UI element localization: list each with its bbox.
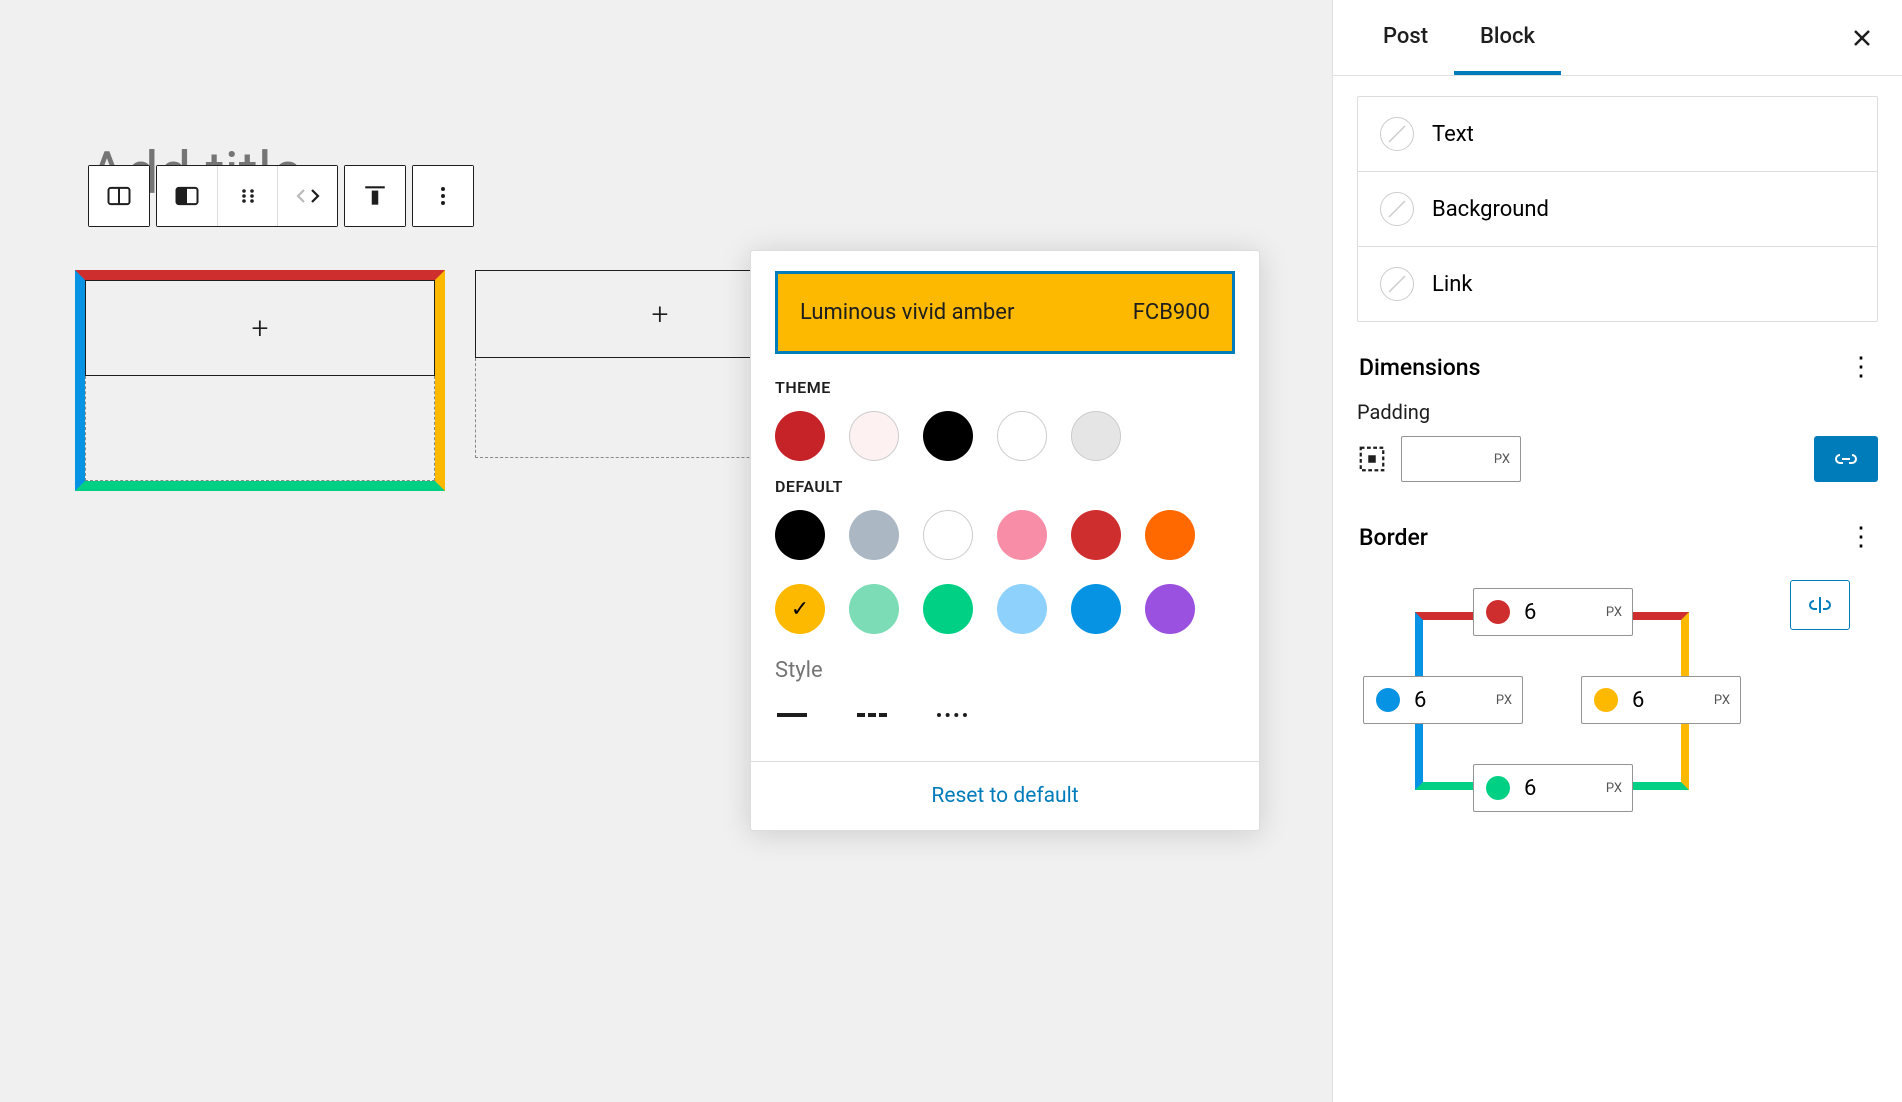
- column-select-button[interactable]: [157, 166, 217, 226]
- settings-sidebar: Post Block Text Background Link: [1332, 0, 1902, 1102]
- tab-post[interactable]: Post: [1357, 0, 1454, 75]
- border-left-input[interactable]: 6 PX: [1363, 676, 1523, 724]
- chevrons-icon: [293, 185, 323, 207]
- color-swatch[interactable]: [923, 510, 973, 560]
- editor-canvas[interactable]: Add title: [0, 0, 1332, 1102]
- border-unit: PX: [1606, 605, 1632, 620]
- plus-icon: +: [252, 311, 269, 346]
- padding-unit: PX: [1494, 452, 1510, 467]
- color-swatch[interactable]: [775, 510, 825, 560]
- selected-color-hex: FCB900: [1133, 300, 1210, 325]
- align-top-icon: [362, 183, 388, 209]
- default-palette-label: DEFAULT: [775, 477, 1235, 496]
- selected-color-preview[interactable]: Luminous vivid amber FCB900: [775, 271, 1235, 354]
- none-icon: [1380, 192, 1414, 226]
- drag-handle-button[interactable]: [217, 166, 277, 226]
- border-top-input[interactable]: 6 PX: [1473, 588, 1633, 636]
- link-color-label: Link: [1432, 272, 1473, 297]
- sidebar-tabs: Post Block: [1333, 0, 1902, 76]
- none-icon: [1380, 267, 1414, 301]
- border-right-input[interactable]: 6 PX: [1581, 676, 1741, 724]
- block-type-columns-button[interactable]: [89, 166, 149, 226]
- color-swatch[interactable]: [1071, 584, 1121, 634]
- border-left-color-dot[interactable]: [1376, 688, 1400, 712]
- color-swatch[interactable]: [923, 411, 973, 461]
- background-color-label: Background: [1432, 197, 1549, 222]
- text-color-row[interactable]: Text: [1358, 97, 1877, 172]
- color-swatch[interactable]: [1145, 584, 1195, 634]
- reset-to-default-button[interactable]: Reset to default: [931, 784, 1078, 808]
- border-right-value: 6: [1630, 688, 1714, 713]
- more-options-button[interactable]: [413, 166, 473, 226]
- style-dashed-button[interactable]: [857, 705, 897, 725]
- border-bottom-value: 6: [1522, 776, 1606, 801]
- color-panel: Text Background Link: [1357, 96, 1878, 322]
- unlink-icon: [1807, 594, 1833, 616]
- link-color-row[interactable]: Link: [1358, 247, 1877, 321]
- column-icon: [173, 182, 201, 210]
- border-diagram: 6 PX 6 PX 6 PX 6: [1363, 580, 1703, 820]
- border-style-label: Style: [775, 658, 1235, 683]
- color-picker-popover: Luminous vivid amber FCB900 THEME DEFAUL…: [750, 250, 1260, 831]
- border-unit: PX: [1714, 693, 1740, 708]
- color-swatch[interactable]: [849, 510, 899, 560]
- color-swatch[interactable]: [997, 411, 1047, 461]
- color-swatch[interactable]: [849, 584, 899, 634]
- none-icon: [1380, 117, 1414, 151]
- style-solid-button[interactable]: [777, 705, 817, 725]
- border-bottom-color-dot[interactable]: [1486, 776, 1510, 800]
- columns-icon: [105, 182, 133, 210]
- border-section-title: Border: [1359, 524, 1428, 551]
- dashed-line-icon: [857, 713, 887, 717]
- plus-icon: +: [652, 297, 669, 332]
- color-swatch[interactable]: [923, 584, 973, 634]
- border-unit: PX: [1606, 781, 1632, 796]
- border-unit: PX: [1496, 693, 1522, 708]
- unlink-sides-button[interactable]: [1790, 580, 1850, 630]
- selected-color-name: Luminous vivid amber: [800, 300, 1014, 325]
- solid-line-icon: [777, 713, 807, 717]
- drag-icon: [238, 186, 258, 206]
- dimensions-section-title: Dimensions: [1359, 354, 1480, 381]
- default-swatches: [775, 510, 1235, 634]
- border-bottom-input[interactable]: 6 PX: [1473, 764, 1633, 812]
- border-more-button[interactable]: ⋮: [1848, 522, 1876, 552]
- column-appender[interactable]: +: [85, 280, 435, 376]
- dotted-line-icon: [937, 713, 967, 717]
- color-swatch[interactable]: [997, 584, 1047, 634]
- link-sides-button[interactable]: [1814, 436, 1878, 482]
- color-swatch[interactable]: [849, 411, 899, 461]
- style-dotted-button[interactable]: [937, 705, 977, 725]
- padding-icon: [1357, 444, 1387, 474]
- move-buttons[interactable]: [277, 166, 337, 226]
- block-toolbar: [88, 165, 474, 227]
- theme-palette-label: THEME: [775, 378, 1235, 397]
- dimensions-more-button[interactable]: ⋮: [1848, 352, 1876, 382]
- color-swatch[interactable]: [997, 510, 1047, 560]
- dots-vertical-icon: [432, 185, 454, 207]
- columns-block: + +: [75, 270, 845, 491]
- column-block-selected[interactable]: +: [75, 270, 445, 491]
- link-icon: [1833, 449, 1859, 469]
- color-swatch[interactable]: [1145, 510, 1195, 560]
- padding-input[interactable]: PX: [1401, 436, 1521, 482]
- text-color-label: Text: [1432, 122, 1474, 147]
- close-icon: [1850, 26, 1874, 50]
- color-swatch[interactable]: [775, 411, 825, 461]
- align-button[interactable]: [345, 166, 405, 226]
- close-sidebar-button[interactable]: [1850, 24, 1874, 57]
- color-swatch[interactable]: [1071, 411, 1121, 461]
- padding-label: Padding: [1357, 400, 1878, 424]
- tab-block[interactable]: Block: [1454, 0, 1561, 75]
- color-swatch[interactable]: [1071, 510, 1121, 560]
- border-right-color-dot[interactable]: [1594, 688, 1618, 712]
- column-placeholder-extension: [85, 376, 435, 481]
- theme-swatches: [775, 411, 1235, 461]
- border-top-color-dot[interactable]: [1486, 600, 1510, 624]
- border-top-value: 6: [1522, 600, 1606, 625]
- color-swatch[interactable]: [775, 584, 825, 634]
- background-color-row[interactable]: Background: [1358, 172, 1877, 247]
- border-left-value: 6: [1412, 688, 1496, 713]
